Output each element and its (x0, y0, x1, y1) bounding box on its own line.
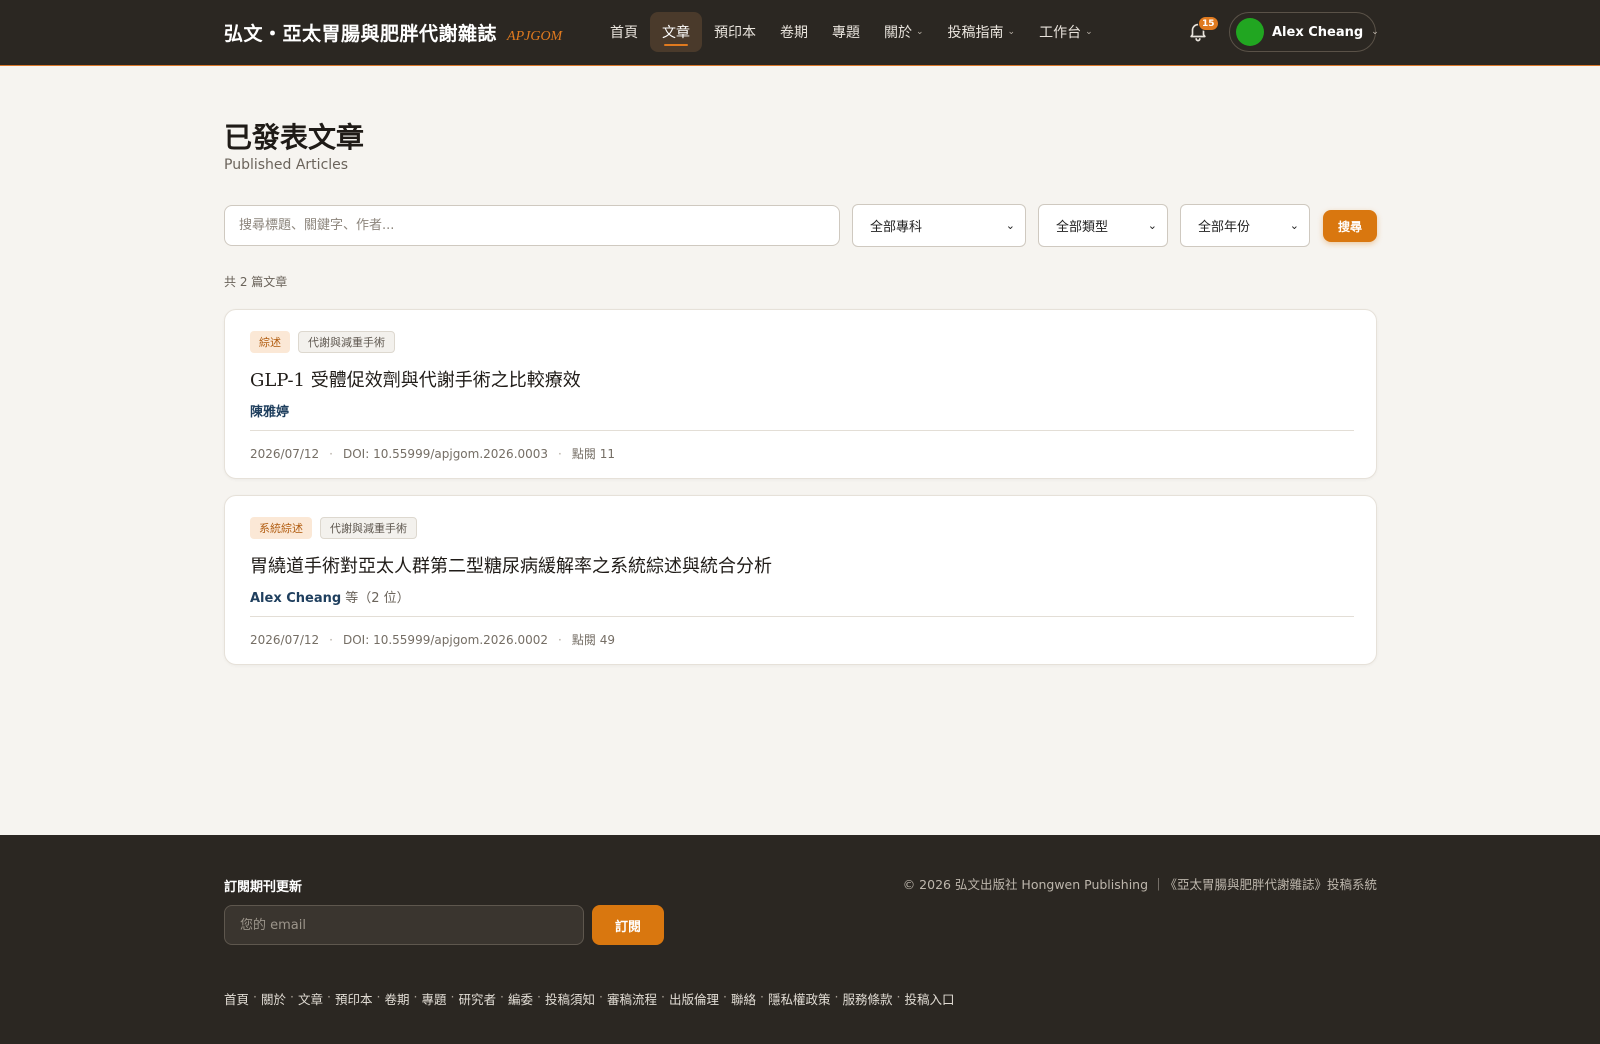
footer-link[interactable]: 聯絡 (731, 989, 756, 1008)
divider (250, 616, 1354, 617)
footer-link[interactable]: 投稿入口 (905, 989, 955, 1008)
footer-links: 首頁 · 關於 · 文章 · 預印本 · 卷期 · 專題 · 研究者 · 編委 · 投稿須知 · 審稿流程 · 出版倫理… (224, 989, 955, 1008)
email-field[interactable] (224, 905, 584, 945)
notification-badge: 15 (1198, 16, 1219, 31)
nav-item-submission-guide[interactable]: 投稿指南 ⌄ (936, 12, 1028, 52)
link-separator: · (599, 989, 603, 1004)
article-tags: 系統綜述 代謝與減重手術 (250, 517, 417, 539)
article-card: 綜述 代謝與減重手術 GLP-1 受體促效劑與代謝手術之比較療效 陳雅婷 202… (224, 309, 1377, 479)
footer-link[interactable]: 隱私權政策 (768, 989, 831, 1008)
article-views: 點閱 11 (571, 447, 615, 461)
chevron-down-icon: ⌄ (1371, 27, 1379, 37)
nav-item-issues[interactable]: 卷期 (768, 12, 820, 52)
nav-item-preprints[interactable]: 預印本 (702, 12, 768, 52)
user-name: Alex Cheang (1272, 24, 1364, 40)
chevron-down-icon: ⌄ (1085, 27, 1093, 37)
chevron-down-icon: ⌄ (1147, 219, 1157, 232)
nav-item-topics[interactable]: 專題 (820, 12, 872, 52)
footer-link[interactable]: 投稿須知 (545, 989, 595, 1008)
author-link[interactable]: 陳雅婷 (250, 405, 289, 420)
page-subtitle: Published Articles (224, 157, 349, 173)
nav-item-articles[interactable]: 文章 (650, 12, 702, 52)
meta-separator: · (558, 632, 562, 647)
avatar (1236, 18, 1264, 46)
link-separator: · (537, 989, 541, 1004)
site-footer: 訂閱期刊更新 訂閱 © 2026 弘文出版社 Hongwen Publishin… (0, 835, 1600, 1044)
article-field-tag[interactable]: 代謝與減重手術 (320, 517, 417, 539)
article-type-tag[interactable]: 綜述 (250, 331, 290, 353)
search-button[interactable]: 搜尋 (1323, 210, 1377, 242)
divider (250, 430, 1354, 431)
link-separator: · (661, 989, 665, 1004)
main-nav: 首頁 文章 預印本 卷期 專題 關於 ⌄ 投稿指南 ⌄ 工作台 ⌄ (598, 12, 1105, 52)
page-title: 已發表文章 (224, 121, 365, 154)
footer-link[interactable]: 研究者 (459, 989, 497, 1008)
article-authors: Alex Cheang 等（2 位） (250, 587, 410, 606)
footer-link[interactable]: 審稿流程 (607, 989, 657, 1008)
link-separator: · (290, 989, 294, 1004)
link-separator: · (413, 989, 418, 1004)
brand-logo[interactable]: 弘文・亞太胃腸與肥胖代謝雜誌 APJGOM (224, 19, 562, 46)
chevron-down-icon: ⌄ (1289, 219, 1299, 232)
notification-button[interactable]: 15 (1187, 16, 1219, 44)
author-link[interactable]: Alex Cheang (250, 591, 341, 606)
article-meta: 2026/07/12 · DOI: 10.55999/apjgom.2026.0… (250, 631, 615, 648)
link-separator: · (376, 989, 381, 1004)
link-separator: · (896, 989, 901, 1004)
nav-item-workspace[interactable]: 工作台 ⌄ (1027, 12, 1105, 52)
copyright-text: © 2026 弘文出版社 Hongwen Publishing ｜《亞太胃腸與肥… (902, 877, 1377, 892)
article-title[interactable]: GLP-1 受體促效劑與代謝手術之比較療效 (250, 366, 581, 392)
article-date: 2026/07/12 (250, 632, 320, 647)
chevron-down-icon: ⌄ (916, 27, 924, 37)
article-views: 點閱 49 (571, 633, 615, 647)
article-authors: 陳雅婷 (250, 401, 293, 420)
author-suffix: 等（2 位） (345, 591, 410, 606)
link-separator: · (450, 989, 455, 1004)
article-tags: 綜述 代謝與減重手術 (250, 331, 395, 353)
footer-link[interactable]: 卷期 (385, 989, 410, 1008)
footer-link[interactable]: 預印本 (335, 989, 373, 1008)
footer-link[interactable]: 專題 (422, 989, 447, 1008)
article-meta: 2026/07/12 · DOI: 10.55999/apjgom.2026.0… (250, 445, 615, 462)
link-separator: · (834, 989, 839, 1004)
footer-link[interactable]: 出版倫理 (669, 989, 719, 1008)
brand-title: 弘文・亞太胃腸與肥胖代謝雜誌 (224, 23, 498, 45)
article-card: 系統綜述 代謝與減重手術 胃繞道手術對亞太人群第二型糖尿病緩解率之系統綜述與統合… (224, 495, 1377, 665)
chevron-down-icon: ⌄ (1005, 219, 1015, 232)
article-title[interactable]: 胃繞道手術對亞太人群第二型糖尿病緩解率之系統綜述與統合分析 (250, 552, 772, 578)
link-separator: · (760, 989, 764, 1004)
article-doi: DOI: 10.55999/apjgom.2026.0002 (343, 632, 549, 647)
footer-link[interactable]: 關於 (261, 989, 286, 1008)
nav-item-home[interactable]: 首頁 (598, 12, 650, 52)
footer-link[interactable]: 編委 (508, 989, 533, 1008)
nav-item-about[interactable]: 關於 ⌄ (872, 12, 936, 52)
link-separator: · (253, 989, 257, 1004)
brand-abbr: APJGOM (507, 29, 563, 44)
result-count: 共 2 篇文章 (224, 275, 288, 289)
link-separator: · (723, 989, 727, 1004)
meta-separator: · (329, 632, 333, 647)
subscribe-button[interactable]: 訂閱 (592, 905, 664, 945)
chevron-down-icon: ⌄ (1007, 27, 1016, 37)
article-date: 2026/07/12 (250, 446, 320, 461)
year-select[interactable]: 全部年份 ⌄ (1180, 204, 1310, 247)
footer-link[interactable]: 文章 (298, 989, 323, 1008)
article-type-tag[interactable]: 系統綜述 (250, 517, 312, 539)
search-input[interactable] (224, 205, 840, 246)
link-separator: · (500, 989, 504, 1004)
footer-link[interactable]: 服務條款 (843, 989, 893, 1008)
link-separator: · (327, 989, 331, 1004)
meta-separator: · (329, 446, 333, 461)
meta-separator: · (558, 446, 562, 461)
user-menu-button[interactable]: Alex Cheang ⌄ (1229, 12, 1379, 52)
article-field-tag[interactable]: 代謝與減重手術 (298, 331, 395, 353)
top-navbar: 弘文・亞太胃腸與肥胖代謝雜誌 APJGOM 首頁 文章 預印本 卷期 專題 關於… (0, 0, 1600, 66)
footer-link[interactable]: 首頁 (224, 989, 249, 1008)
type-select[interactable]: 全部類型 ⌄ (1038, 204, 1168, 247)
department-select[interactable]: 全部專科 ⌄ (852, 204, 1026, 247)
subscribe-title: 訂閱期刊更新 (224, 880, 303, 895)
article-doi: DOI: 10.55999/apjgom.2026.0003 (343, 446, 549, 461)
